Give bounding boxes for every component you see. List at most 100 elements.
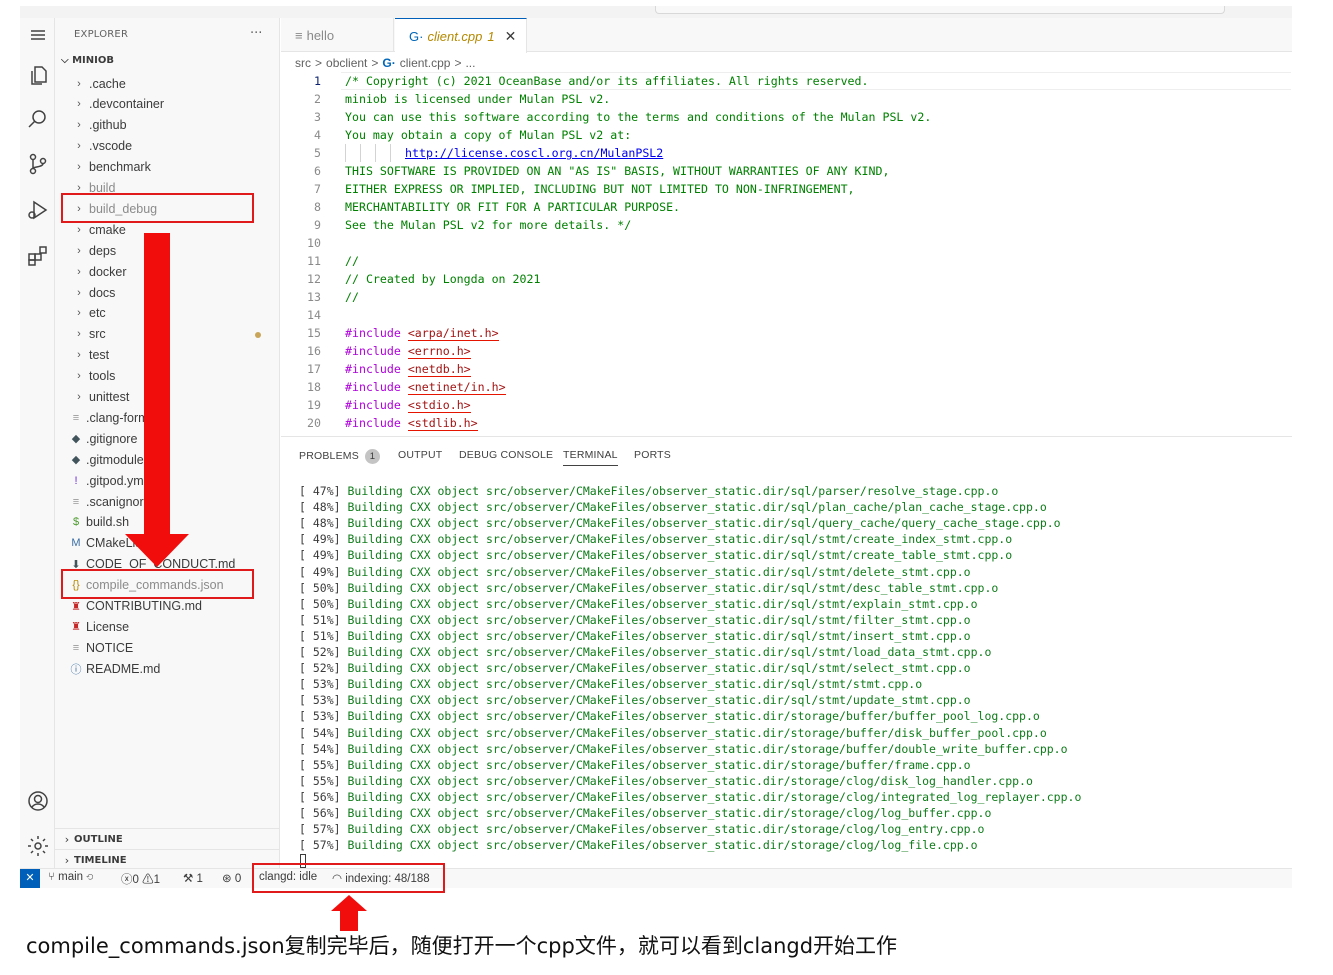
remote-indicator-button[interactable]: ✕ bbox=[20, 869, 40, 888]
problems-indicator[interactable]: ⓧ0 ⚠1 bbox=[121, 871, 160, 887]
tree-item-label: etc bbox=[89, 306, 106, 321]
tree-item-license[interactable]: ♜ License bbox=[55, 616, 279, 637]
tab-output[interactable]: OUTPUT bbox=[398, 449, 442, 461]
outline-section[interactable]: › OUTLINE bbox=[55, 828, 279, 849]
timeline-section[interactable]: › TIMELINE bbox=[55, 849, 279, 870]
header-path[interactable]: <netinet/in.h> bbox=[407, 380, 506, 395]
breadcrumb-symbols[interactable]: ... bbox=[465, 56, 475, 70]
license-link[interactable]: http://license.coscl.org.cn/MulanPSL2 bbox=[405, 146, 663, 160]
code-line: 19 #include <stdio.h> bbox=[281, 396, 1292, 414]
chevron-right-icon: › bbox=[77, 370, 81, 383]
file-lines-icon: ≡ bbox=[295, 27, 303, 43]
terminal-line: [ 53%] Building CXX object src/observer/… bbox=[299, 708, 1040, 724]
chevron-right-icon: › bbox=[77, 77, 81, 90]
terminal-line: [ 54%] Building CXX object src/observer/… bbox=[299, 741, 1068, 757]
line-number: 18 bbox=[307, 380, 321, 394]
tree-item-github[interactable]: › .github bbox=[55, 115, 279, 136]
extensions-icon[interactable] bbox=[20, 241, 55, 271]
header-path[interactable]: <netdb.h> bbox=[407, 362, 471, 377]
code-text: /* Copyright (c) 2021 OceanBase and/or i… bbox=[345, 74, 869, 88]
build-message: Building CXX object src/observer/CMakeFi… bbox=[347, 516, 1061, 531]
breadcrumb-obclient[interactable]: obclient bbox=[326, 56, 367, 70]
highlight-box-clangd-status bbox=[252, 863, 445, 893]
header-path[interactable]: <errno.h> bbox=[407, 344, 471, 359]
tree-item-benchmark[interactable]: › benchmark bbox=[55, 157, 279, 178]
code-line: 9 See the Mulan PSL v2 for more details. … bbox=[281, 216, 1292, 234]
build-message: Building CXX object src/observer/CMakeFi… bbox=[347, 564, 971, 579]
build-message: Building CXX object src/observer/CMakeFi… bbox=[347, 757, 971, 772]
terminal-line: [ 50%] Building CXX object src/observer/… bbox=[299, 580, 998, 596]
include-directive: #include bbox=[345, 362, 408, 376]
build-progress: [ 50%] bbox=[299, 596, 348, 611]
indent-guide bbox=[390, 144, 405, 162]
chevron-right-icon: › bbox=[64, 832, 70, 846]
ports-indicator[interactable]: ⊛ 0 bbox=[222, 871, 241, 885]
explorer-icon[interactable] bbox=[20, 60, 55, 90]
source-control-icon[interactable] bbox=[20, 149, 55, 179]
down-arrow-icon bbox=[125, 534, 189, 567]
build-message: Building CXX object src/observer/CMakeFi… bbox=[347, 789, 1082, 804]
tree-item-label: README.md bbox=[86, 661, 161, 676]
tree-item-label: NOTICE bbox=[86, 640, 134, 655]
accounts-icon[interactable] bbox=[20, 786, 55, 816]
chevron-right-icon: › bbox=[77, 223, 81, 236]
tree-item-label: .devcontainer bbox=[89, 97, 165, 112]
tree-item-devcontainer[interactable]: › .devcontainer bbox=[55, 94, 279, 115]
build-message: Building CXX object src/observer/CMakeFi… bbox=[347, 693, 971, 708]
breadcrumb-client-cpp[interactable]: client.cpp bbox=[400, 56, 451, 70]
tree-item-notice[interactable]: ≡ NOTICE bbox=[55, 637, 279, 658]
problems-badge: 1 bbox=[364, 449, 380, 464]
tab-ports[interactable]: PORTS bbox=[634, 449, 671, 461]
explorer-more-button[interactable]: ··· bbox=[250, 26, 262, 41]
code-editor[interactable]: 1 /* Copyright (c) 2021 OceanBase and/or … bbox=[281, 72, 1292, 435]
build-message: Building CXX object src/observer/CMakeFi… bbox=[347, 532, 1013, 547]
run-debug-icon[interactable] bbox=[20, 195, 55, 225]
search-icon[interactable] bbox=[20, 104, 55, 134]
tab-problems[interactable]: PROBLEMS 1 bbox=[299, 449, 380, 464]
tree-item-label: License bbox=[86, 619, 130, 634]
tree-item-readme-md[interactable]: ⓘ README.md bbox=[55, 658, 279, 679]
terminal-line: [ 51%] Building CXX object src/observer/… bbox=[299, 628, 971, 644]
header-path[interactable]: <stdio.h> bbox=[407, 398, 471, 413]
tools-indicator[interactable]: ⚒ 1 bbox=[183, 871, 203, 885]
build-message: Building CXX object src/observer/CMakeFi… bbox=[347, 741, 1068, 756]
code-text: You can use this software according to t… bbox=[345, 110, 932, 124]
workspace-root[interactable]: ⌵ MINIOB bbox=[61, 55, 114, 66]
build-progress: [ 56%] bbox=[299, 806, 348, 820]
tree-item-label: .scanignore bbox=[86, 494, 151, 509]
code-text: #include <stdio.h> bbox=[345, 396, 471, 414]
code-line: 7 EITHER EXPRESS OR IMPLIED, INCLUDING BU… bbox=[281, 180, 1292, 198]
menu-icon[interactable] bbox=[20, 20, 55, 50]
tab-terminal[interactable]: TERMINAL bbox=[563, 449, 618, 466]
chevron-right-icon: › bbox=[77, 140, 81, 153]
tab-hello[interactable]: ≡ hello bbox=[281, 18, 394, 52]
header-path[interactable]: <arpa/inet.h> bbox=[407, 326, 499, 341]
include-directive: #include bbox=[345, 416, 408, 430]
tree-item-cache[interactable]: › .cache bbox=[55, 73, 279, 94]
terminal-line: [ 52%] Building CXX object src/observer/… bbox=[299, 660, 971, 676]
build-progress: [ 49%] bbox=[299, 564, 348, 579]
build-message: Building CXX object src/observer/CMakeFi… bbox=[347, 661, 971, 676]
chevron-right-icon: › bbox=[77, 328, 81, 341]
settings-gear-icon[interactable] bbox=[20, 831, 55, 861]
close-icon[interactable]: ✕ bbox=[505, 28, 517, 45]
file-type-icon: ⓘ bbox=[70, 663, 82, 676]
terminal-line: [ 48%] Building CXX object src/observer/… bbox=[299, 515, 1061, 531]
title-bar bbox=[20, 6, 1292, 18]
tab-debug-console[interactable]: DEBUG CONSOLE bbox=[459, 449, 553, 461]
terminal-line: [ 57%] Building CXX object src/observer/… bbox=[299, 821, 984, 837]
highlight-box-compile-commands bbox=[61, 569, 254, 599]
build-progress: [ 55%] bbox=[299, 757, 348, 772]
header-path[interactable]: <stdlib.h> bbox=[407, 416, 478, 431]
file-type-icon: ◆ bbox=[71, 454, 81, 467]
tree-item-label: deps bbox=[89, 243, 117, 258]
command-center[interactable] bbox=[655, 6, 1225, 14]
code-text: See the Mulan PSL v2 for more details. *… bbox=[345, 218, 632, 232]
branch-indicator[interactable]: ⑂ main ⟲ bbox=[48, 871, 93, 883]
terminal-line: [ 49%] Building CXX object src/observer/… bbox=[299, 547, 1012, 563]
error-icon: ⓧ bbox=[121, 874, 133, 886]
tree-item-vscode[interactable]: › .vscode bbox=[55, 136, 279, 157]
tab-client-cpp[interactable]: G· client.cpp 1 ✕ bbox=[395, 18, 528, 53]
line-number: 14 bbox=[307, 308, 321, 322]
breadcrumb-src[interactable]: src bbox=[295, 56, 311, 70]
